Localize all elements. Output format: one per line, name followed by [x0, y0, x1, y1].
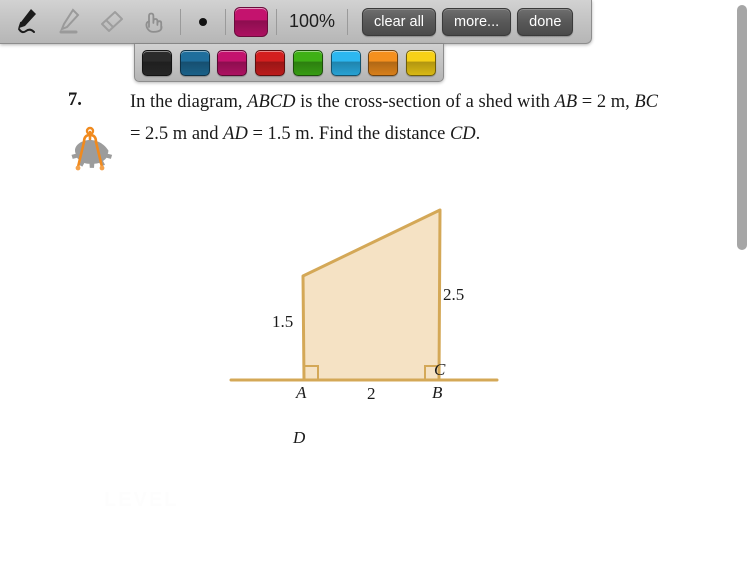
swatch-green[interactable]	[292, 49, 323, 76]
toolbar-divider-2	[225, 8, 226, 35]
brush-size-dot-icon	[199, 17, 207, 26]
measurement-ad: 1.5	[272, 312, 294, 331]
pan-tool-button[interactable]	[134, 2, 172, 42]
vertical-scrollbar-track[interactable]	[734, 0, 750, 563]
question-line1-part1: In the diagram,	[130, 92, 248, 112]
toolbar-divider-4	[347, 8, 349, 35]
question-line2-ad: AD	[223, 124, 248, 144]
done-button[interactable]: done	[517, 7, 574, 36]
shape-abcd	[301, 208, 442, 382]
hand-icon	[145, 12, 163, 33]
diagram-svg	[229, 208, 499, 382]
watermark-level: LEVEL	[104, 489, 179, 511]
measurement-ab: 2	[367, 384, 376, 403]
brush-size-button[interactable]	[189, 2, 217, 42]
toolbar-divider-3	[276, 8, 277, 35]
pen-icon	[18, 8, 36, 33]
geometry-diagram: C D 1.5 2.5 A 2 B	[215, 180, 515, 447]
question-line2-part3: = 2 m,	[577, 92, 635, 112]
color-palette	[134, 44, 444, 82]
eraser-tool-button[interactable]	[92, 2, 130, 42]
pen-tool-button[interactable]	[8, 2, 46, 42]
swatch-red[interactable]	[255, 49, 286, 76]
question-line1-part3: is the cross-section of a	[295, 92, 474, 112]
baseline-label-group: A 2 B	[215, 383, 515, 409]
swatch-cyan[interactable]	[330, 49, 361, 76]
question-line3-part3: .	[475, 124, 481, 144]
opacity-value[interactable]: 100%	[285, 11, 339, 32]
vertical-scrollbar-thumb[interactable]	[737, 5, 747, 250]
more-button[interactable]: more...	[442, 7, 512, 36]
clear-all-button[interactable]: clear all	[362, 7, 437, 36]
eraser-icon	[101, 10, 123, 32]
question-line2-part5: = 2.5 m and	[130, 124, 224, 144]
current-color-swatch[interactable]	[234, 6, 268, 37]
measurement-bc: 2.5	[443, 285, 465, 304]
toolbar-divider-1	[180, 8, 181, 35]
vertex-label-a: A	[296, 383, 307, 402]
question-number: 7.	[68, 90, 82, 110]
question-line2-part1: shed with	[478, 92, 555, 112]
swatch-magenta[interactable]	[217, 49, 248, 76]
worksheet-page: LEVEL 7. In the diagram, ABCD is the cro…	[0, 0, 750, 563]
vertex-label-d: D	[293, 428, 306, 447]
swatch-yellow[interactable]	[405, 49, 436, 76]
swatch-blue[interactable]	[179, 49, 210, 76]
question-text: In the diagram, ABCD is the cross-sectio…	[130, 86, 658, 150]
question-line2-bc: BC	[634, 92, 659, 112]
compass-gear-icon	[71, 126, 113, 171]
swatch-black[interactable]	[142, 49, 172, 76]
pencil-icon	[59, 7, 80, 33]
annotation-toolbar: 100% clear all more... done	[0, 0, 592, 44]
vertex-label-c: C	[434, 360, 446, 379]
swatch-orange[interactable]	[368, 49, 399, 76]
vertex-label-b: B	[432, 383, 443, 402]
question-line3-cd: CD	[449, 124, 476, 144]
question-line3-part1: Find the distance	[318, 124, 450, 144]
question-line1-abcd: ABCD	[247, 92, 296, 112]
question-line2-ab: AB	[554, 92, 578, 112]
question-line2-part7: = 1.5 m.	[247, 124, 315, 144]
highlighter-tool-button[interactable]	[50, 2, 88, 42]
